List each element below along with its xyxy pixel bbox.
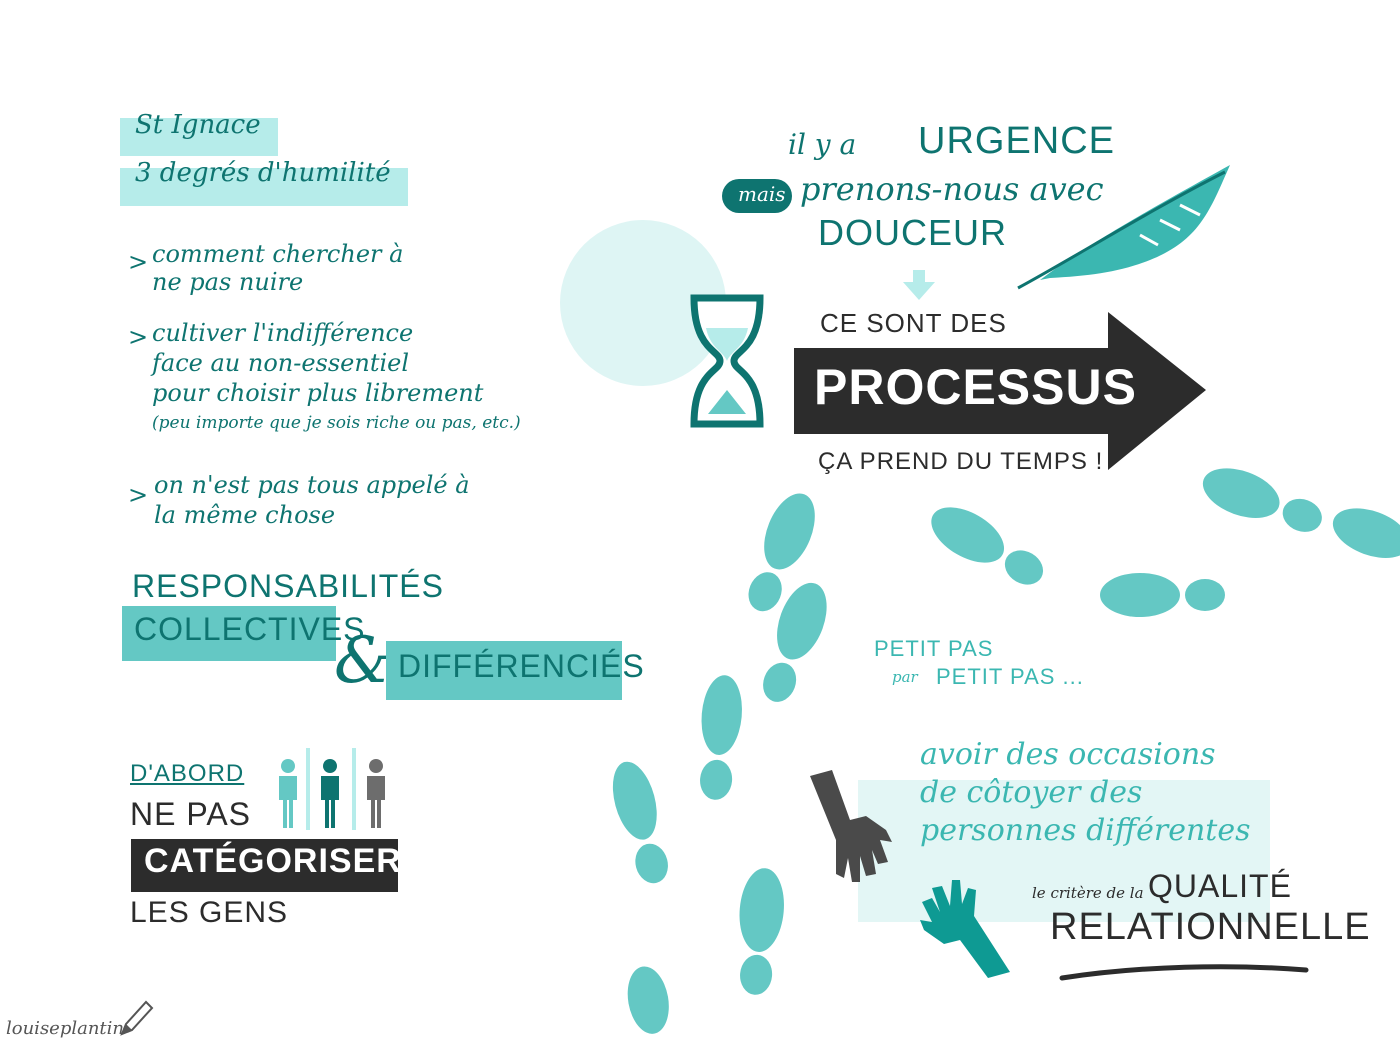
resp-word-2: COLLECTIVES: [134, 611, 366, 647]
feather-icon: [1017, 165, 1230, 290]
critere-word-1: QUALITÉ: [1148, 868, 1292, 904]
petit-pas-line-2: PETIT PAS ...: [936, 664, 1084, 689]
mais-badge-label: mais: [738, 182, 786, 206]
header-line-1: St Ignace: [135, 110, 261, 140]
petit-pas-par: par: [892, 668, 918, 686]
hourglass-icon: [690, 294, 764, 428]
ce-sont-des-label: CE SONT DES: [820, 308, 1007, 338]
bullet-line: comment chercher à: [152, 240, 404, 268]
douceur-word: DOUCEUR: [818, 212, 1008, 253]
signature: louiseplantin: [6, 1018, 125, 1039]
urgence-pre: il y a: [788, 128, 857, 161]
resp-ampersand: &: [334, 624, 391, 698]
processus-label: PROCESSUS: [814, 359, 1137, 415]
bullet-line: ne pas nuire: [152, 268, 304, 296]
bullet-3: > on n'est pas tous appelé à la même cho…: [128, 470, 470, 530]
critere-word-2: RELATIONNELLE: [1050, 906, 1371, 948]
ne-pas-label: NE PAS: [130, 796, 251, 832]
occasions-line: de côtoyer des: [920, 775, 1143, 810]
bullet-marker: >: [128, 248, 149, 276]
occasions-line: personnes différentes: [920, 813, 1251, 848]
header-line-2: 3 degrés d'humilité: [135, 158, 391, 188]
bullet-line: on n'est pas tous appelé à: [154, 471, 470, 499]
bullet-marker: >: [128, 323, 149, 351]
underline-stroke: [1059, 964, 1309, 981]
resp-word-1: RESPONSABILITÉS: [132, 568, 444, 604]
critere-pre: le critère de la: [1032, 884, 1144, 902]
bullet-line-note: (peu importe que je sois riche ou pas, e…: [152, 413, 521, 433]
bullet-line: pour choisir plus librement: [152, 379, 484, 407]
teal-hand-icon: [920, 880, 1010, 978]
bullet-line: face au non-essentiel: [152, 349, 410, 377]
people-icon: [279, 748, 385, 830]
urgence-word: URGENCE: [918, 120, 1116, 162]
bullet-marker: >: [128, 481, 149, 509]
occasions-text: avoir des occasions de côtoyer des perso…: [920, 736, 1251, 850]
pencil-icon: [120, 1000, 154, 1036]
les-gens-label: LES GENS: [130, 896, 289, 929]
small-down-arrow-icon: [903, 270, 935, 300]
categoriser-label: CATÉGORISER: [144, 842, 402, 880]
bullet-line: la même chose: [154, 501, 336, 529]
bullet-line: cultiver l'indifférence: [152, 319, 414, 347]
occasions-line: avoir des occasions: [920, 737, 1216, 772]
bullet-2: > cultiver l'indifférence face au non-es…: [128, 318, 521, 438]
grey-hand-icon: [810, 770, 892, 882]
bullet-1: > comment chercher à ne pas nuire: [128, 240, 403, 296]
petit-pas-line-1: PETIT PAS: [874, 636, 994, 661]
dabord-label: D'ABORD: [130, 760, 245, 787]
